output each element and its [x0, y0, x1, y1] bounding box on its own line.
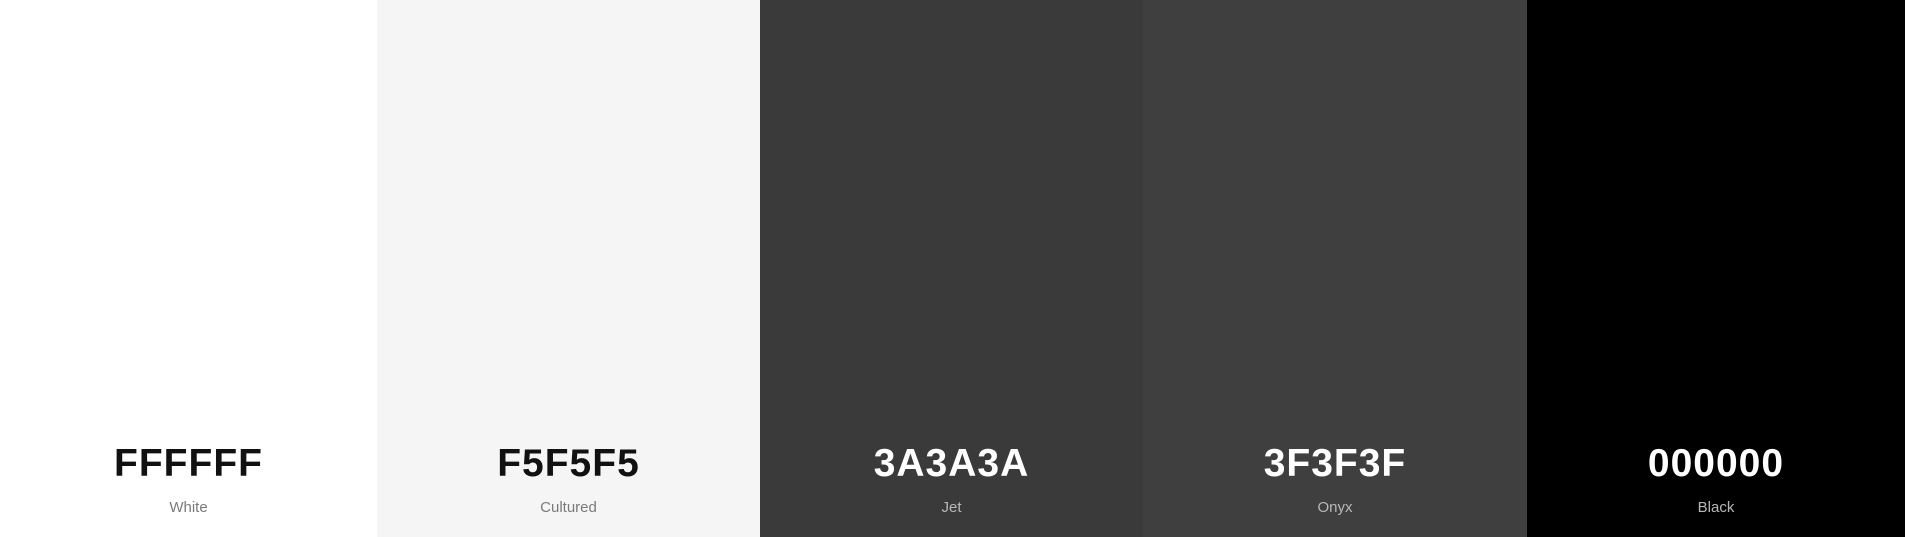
swatch-jet[interactable]: 3A3A3A Jet	[760, 0, 1143, 537]
swatch-name: Onyx	[1317, 499, 1353, 516]
swatch-name: Cultured	[540, 499, 597, 516]
swatch-hex[interactable]: F5F5F5	[377, 444, 760, 483]
swatch-name: Black	[1697, 499, 1735, 516]
swatch-name: Jet	[941, 499, 962, 516]
swatch-black[interactable]: 000000 Black	[1527, 0, 1905, 537]
swatch-name: White	[169, 499, 208, 516]
swatch-hex[interactable]: 000000	[1527, 444, 1905, 483]
color-palette: FFFFFF White F5F5F5 Cultured 3A3A3A Jet …	[0, 0, 1905, 537]
swatch-info: 000000 Black	[1527, 444, 1905, 515]
swatch-info: 3A3A3A Jet	[760, 444, 1143, 515]
swatch-hex[interactable]: 3F3F3F	[1143, 444, 1527, 483]
swatch-hex[interactable]: 3A3A3A	[760, 444, 1143, 483]
swatch-cultured[interactable]: F5F5F5 Cultured	[377, 0, 760, 537]
swatch-white[interactable]: FFFFFF White	[0, 0, 377, 537]
swatch-onyx[interactable]: 3F3F3F Onyx	[1143, 0, 1527, 537]
swatch-hex[interactable]: FFFFFF	[0, 444, 377, 483]
swatch-info: 3F3F3F Onyx	[1143, 444, 1527, 515]
swatch-info: F5F5F5 Cultured	[377, 444, 760, 515]
swatch-info: FFFFFF White	[0, 444, 377, 515]
